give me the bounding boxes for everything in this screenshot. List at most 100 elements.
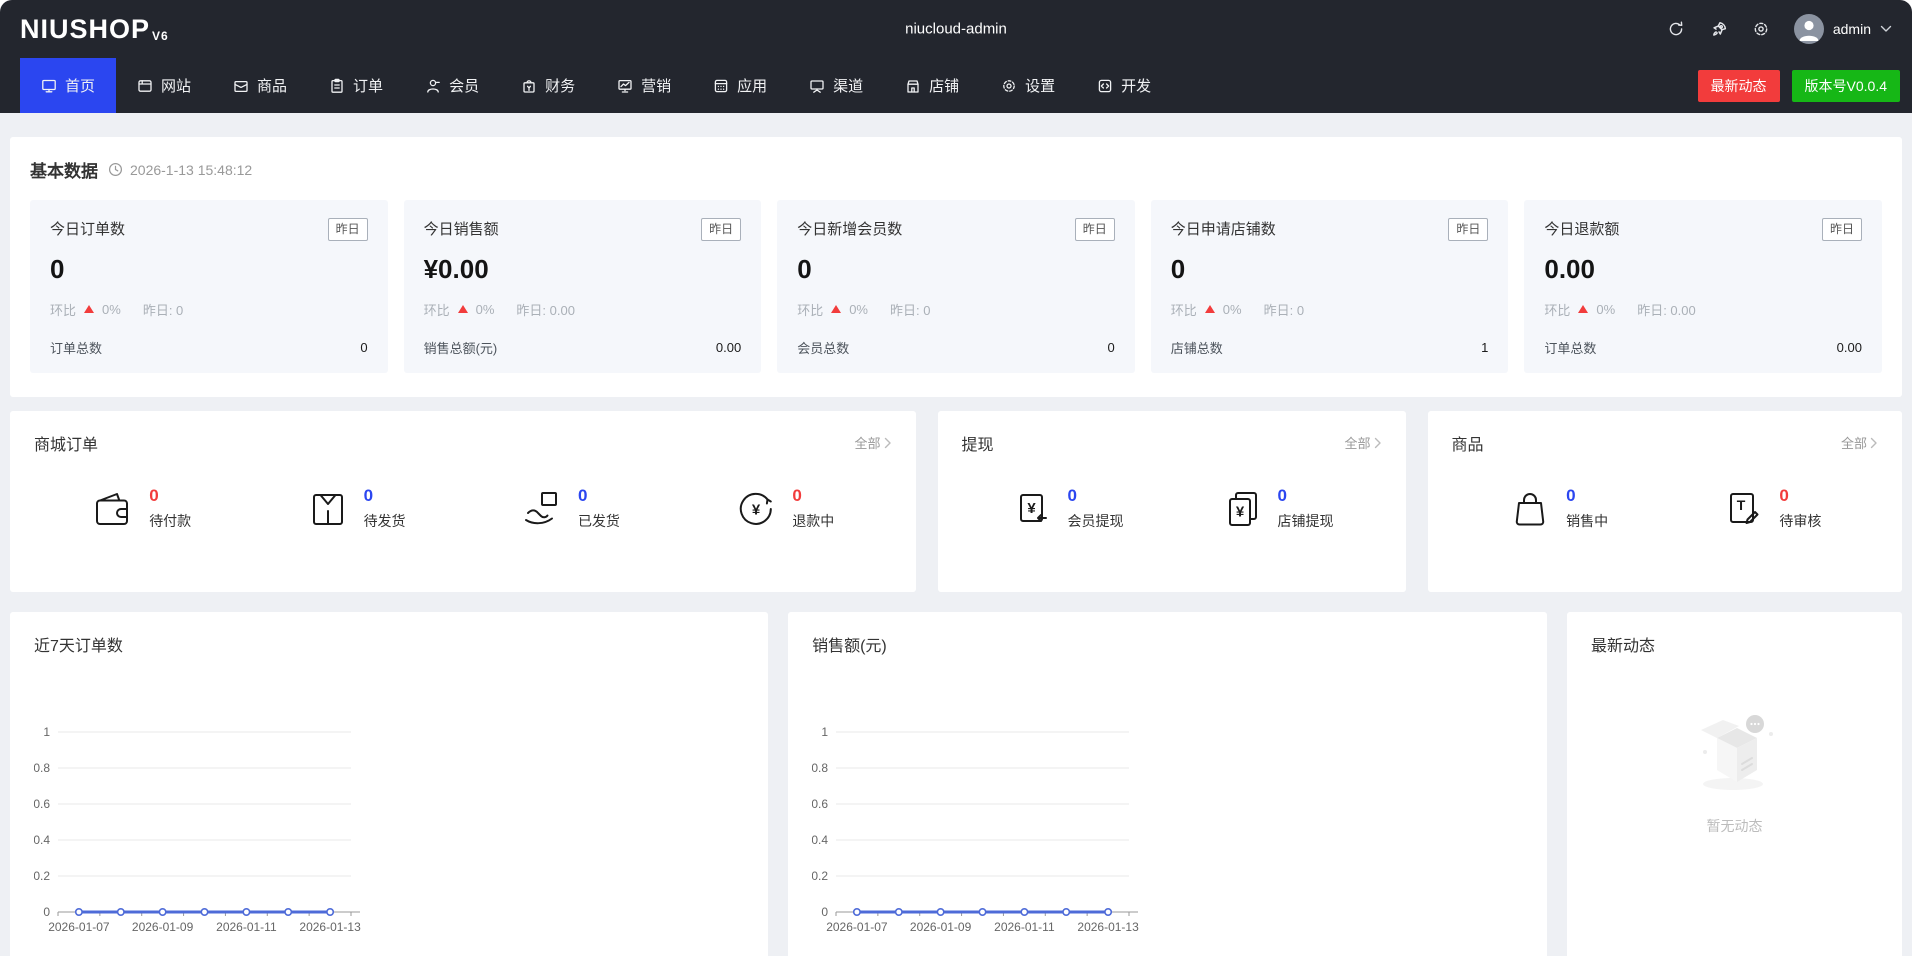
card-title: 商城订单 xyxy=(34,431,98,455)
sales-chart-card: 销售额(元) 00.20.40.60.812026-01-072026-01-0… xyxy=(788,612,1547,956)
withdraw-stat-member[interactable]: ¥ 0 会员提现 xyxy=(1010,487,1124,531)
stat-number: 0 xyxy=(578,487,587,504)
order-stat-pending-pay[interactable]: 0 待付款 xyxy=(91,487,191,531)
nav-item-order[interactable]: 订单 xyxy=(308,58,404,113)
nav-label: 网站 xyxy=(161,75,191,96)
svg-text:2026-01-07: 2026-01-07 xyxy=(826,920,888,934)
admin-dashboard: NIUSHOP V6 niucloud-admin admin xyxy=(0,0,1912,956)
stat-value: 0 xyxy=(1171,254,1489,285)
sales-line-chart: 00.20.40.60.812026-01-072026-01-092026-0… xyxy=(812,712,1523,952)
yesterday-value: 昨日: 0 xyxy=(1264,300,1304,319)
nav-item-member[interactable]: 会员 xyxy=(404,58,500,113)
latest-news-card: 最新动态 xyxy=(1567,612,1902,956)
main-content: 基本数据 2026-1-13 15:48:12 今日订单数 昨日 0 环比 xyxy=(0,113,1912,956)
view-all-label: 全部 xyxy=(1841,433,1867,452)
svg-text:0: 0 xyxy=(821,905,828,919)
yesterday-value: 昨日: 0 xyxy=(143,300,183,319)
nav-item-home[interactable]: 首页 xyxy=(20,58,116,113)
nav-item-channel[interactable]: 渠道 xyxy=(788,58,884,113)
empty-state: 暂无动态 xyxy=(1591,708,1878,836)
svg-text:0.4: 0.4 xyxy=(34,833,50,847)
user-menu[interactable]: admin xyxy=(1794,14,1892,44)
stat-name: 销售中 xyxy=(1566,511,1608,531)
stat-cards: 今日订单数 昨日 0 环比 0% 昨日: 0 订单总数 0 xyxy=(30,200,1882,373)
rocket-icon[interactable] xyxy=(1709,20,1728,39)
compare-label: 环比 xyxy=(424,300,450,319)
wallet-icon xyxy=(91,487,135,531)
bag-icon xyxy=(1508,487,1552,531)
chevron-right-icon xyxy=(1870,437,1878,449)
view-all-link[interactable]: 全部 xyxy=(854,433,891,452)
view-all-link[interactable]: 全部 xyxy=(1345,433,1382,452)
stat-label: 今日销售额 xyxy=(424,218,499,239)
nav-item-shop[interactable]: 店铺 xyxy=(884,58,980,113)
yesterday-badge[interactable]: 昨日 xyxy=(328,218,368,241)
goods-stat-audit[interactable]: T 0 待审核 xyxy=(1721,487,1821,531)
bottom-row: 近7天订单数 00.20.40.60.812026-01-072026-01-0… xyxy=(10,612,1902,956)
withdraw-stat-shop[interactable]: ¥ 0 店铺提现 xyxy=(1220,487,1334,531)
nav-item-finance[interactable]: 财务 xyxy=(500,58,596,113)
goods-stat-onsale[interactable]: 0 销售中 xyxy=(1508,487,1608,531)
svg-text:¥: ¥ xyxy=(1235,503,1244,520)
nav-label: 商品 xyxy=(257,75,287,96)
chevron-right-icon xyxy=(884,437,892,449)
stat-value: ¥0.00 xyxy=(424,254,742,285)
nav-item-website[interactable]: 网站 xyxy=(116,58,212,113)
mall-orders-card: 商城订单 全部 0 待付款 xyxy=(10,411,916,592)
svg-text:2026-01-07: 2026-01-07 xyxy=(48,920,110,934)
nav-item-settings[interactable]: 设置 xyxy=(980,58,1076,113)
chart-title: 近7天订单数 xyxy=(34,632,744,656)
yesterday-badge[interactable]: 昨日 xyxy=(1822,218,1862,241)
order-stat-refunding[interactable]: ¥ 0 退款中 xyxy=(734,487,834,531)
total-label: 销售总额(元) xyxy=(424,338,498,357)
main-nav: 首页 网站 商品 订单 会员 财务 营销 应用 xyxy=(0,58,1912,113)
stat-number: 0 xyxy=(364,487,373,504)
svg-text:0.4: 0.4 xyxy=(812,833,828,847)
svg-text:0.2: 0.2 xyxy=(812,869,828,883)
view-all-link[interactable]: 全部 xyxy=(1841,433,1878,452)
yesterday-badge[interactable]: 昨日 xyxy=(1448,218,1488,241)
order-stat-shipped[interactable]: 0 已发货 xyxy=(520,487,620,531)
svg-text:2026-01-13: 2026-01-13 xyxy=(1077,920,1139,934)
order-stat-pending-ship[interactable]: 0 待发货 xyxy=(306,487,406,531)
stat-number: 0 xyxy=(1068,487,1077,504)
logo-text: NIUSHOP xyxy=(20,16,150,43)
arrow-up-icon xyxy=(831,305,841,313)
refund-icon: ¥ xyxy=(734,487,778,531)
latest-news-button[interactable]: 最新动态 xyxy=(1698,70,1780,102)
card-title: 提现 xyxy=(962,431,994,455)
stat-number: 0 xyxy=(1566,487,1575,504)
stat-label: 今日退款额 xyxy=(1544,218,1619,239)
nav-item-dev[interactable]: 开发 xyxy=(1076,58,1172,113)
gear-icon[interactable] xyxy=(1752,20,1770,38)
apps-icon xyxy=(713,78,729,94)
yesterday-badge[interactable]: 昨日 xyxy=(701,218,741,241)
middle-row: 商城订单 全部 0 待付款 xyxy=(10,411,1902,592)
shop-withdraw-icon: ¥ xyxy=(1220,487,1264,531)
stat-card-sales: 今日销售额 昨日 ¥0.00 环比 0% 昨日: 0.00 销售总额(元) 0.… xyxy=(404,200,762,373)
total-value: 0.00 xyxy=(1837,340,1862,355)
dev-icon xyxy=(1097,78,1113,94)
nav-item-marketing[interactable]: 营销 xyxy=(596,58,692,113)
version-button[interactable]: 版本号V0.0.4 xyxy=(1792,70,1900,102)
basic-data-header: 基本数据 2026-1-13 15:48:12 xyxy=(30,157,1882,182)
svg-text:0.8: 0.8 xyxy=(34,761,50,775)
nav-item-goods[interactable]: 商品 xyxy=(212,58,308,113)
svg-text:2026-01-13: 2026-01-13 xyxy=(299,920,361,934)
compare-value: 0% xyxy=(476,302,495,317)
nav-label: 渠道 xyxy=(833,75,863,96)
stat-value: 0 xyxy=(50,254,368,285)
order-icon xyxy=(329,78,345,94)
svg-text:2026-01-09: 2026-01-09 xyxy=(132,920,194,934)
compare-value: 0% xyxy=(849,302,868,317)
yesterday-badge[interactable]: 昨日 xyxy=(1075,218,1115,241)
nav-label: 应用 xyxy=(737,75,767,96)
stat-card-shops: 今日申请店铺数 昨日 0 环比 0% 昨日: 0 店铺总数 1 xyxy=(1151,200,1509,373)
arrow-up-icon xyxy=(84,305,94,313)
nav-label: 会员 xyxy=(449,75,479,96)
goods-icon xyxy=(233,78,249,94)
nav-label: 订单 xyxy=(353,75,383,96)
total-label: 订单总数 xyxy=(50,338,102,357)
refresh-icon[interactable] xyxy=(1667,20,1685,38)
nav-item-apps[interactable]: 应用 xyxy=(692,58,788,113)
